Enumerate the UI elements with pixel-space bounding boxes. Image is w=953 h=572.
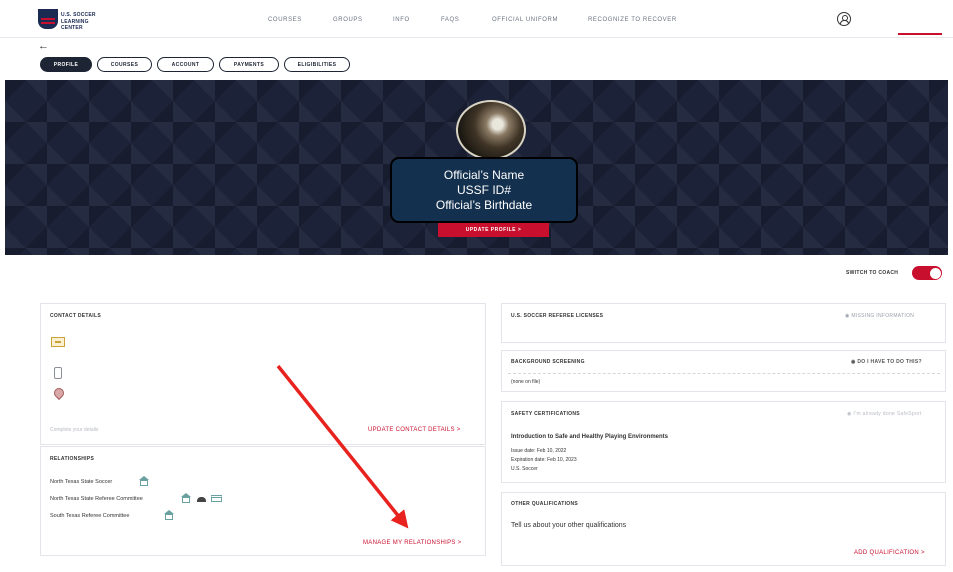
nav-courses[interactable]: COURSES	[268, 17, 302, 23]
missing-information-link[interactable]: ◉ MISSING INFORMATION	[845, 313, 914, 319]
back-arrow-icon[interactable]: ←	[38, 40, 49, 52]
official-name: Official’s Name	[443, 168, 525, 182]
relationships-title: RELATIONSHIPS	[50, 456, 95, 462]
active-underline	[898, 33, 942, 35]
manage-relationships-link[interactable]: MANAGE MY RELATIONSHIPS >	[363, 540, 461, 546]
contact-details-title: CONTACT DETAILS	[50, 313, 101, 319]
nav-info[interactable]: INFO	[393, 17, 410, 23]
tab-courses[interactable]: COURSES	[97, 57, 152, 72]
referee-licenses-card: U.S. SOCCER REFEREE LICENSES ◉ MISSING I…	[501, 303, 946, 343]
background-screening-title: BACKGROUND SCREENING	[511, 359, 585, 365]
switch-to-coach-label: SWITCH TO COACH	[846, 270, 899, 276]
user-account-icon[interactable]	[837, 12, 851, 26]
location-pin-icon	[51, 385, 67, 401]
top-navigation: U.S. SOCCER LEARNING CENTER COURSES GROU…	[0, 0, 953, 38]
background-status: (none on file)	[511, 379, 541, 385]
safesport-done-label: I’m already done SafeSport	[853, 411, 922, 417]
update-contact-details-link[interactable]: UPDATE CONTACT DETAILS >	[368, 427, 461, 433]
certification-provider: U.S. Soccer	[511, 466, 538, 472]
do-i-have-to-link[interactable]: ◉ DO I HAVE TO DO THIS?	[851, 359, 922, 365]
organization-icon	[164, 510, 174, 520]
certification-issue-date: Issue date: Feb 10, 2022	[511, 448, 567, 454]
other-qualifications-prompt: Tell us about your other qualifications	[511, 522, 627, 529]
tab-payments[interactable]: PAYMENTS	[219, 57, 279, 72]
referee-licenses-title: U.S. SOCCER REFEREE LICENSES	[511, 313, 604, 319]
committee-group-icon	[211, 495, 222, 502]
relationship-item: North Texas State Referee Committee	[50, 496, 143, 502]
ussf-id: USSF ID#	[456, 183, 511, 197]
background-screening-card: BACKGROUND SCREENING ◉ DO I HAVE TO DO T…	[501, 350, 946, 392]
other-qualifications-title: OTHER QUALIFICATIONS	[511, 501, 579, 507]
update-profile-button[interactable]: UPDATE PROFILE >	[438, 223, 549, 237]
safesport-done-link[interactable]: ◉ I’m already done SafeSport	[847, 411, 922, 417]
avatar	[456, 100, 526, 160]
tab-eligibilities[interactable]: ELIGIBILITIES	[284, 57, 350, 72]
switch-to-coach-toggle[interactable]	[912, 266, 942, 280]
nav-recognize-to-recover[interactable]: RECOGNIZE TO RECOVER	[588, 17, 677, 23]
nav-official-uniform[interactable]: OFFICIAL UNIFORM	[492, 17, 558, 23]
official-identity-box: Official’s Name USSF ID# Official’s Birt…	[390, 157, 578, 223]
complete-details-hint: Complete your details	[50, 427, 99, 433]
nav-groups[interactable]: GROUPS	[333, 17, 363, 23]
relationship-item: South Texas Referee Committee	[50, 513, 130, 519]
relationships-card: RELATIONSHIPS North Texas State Soccer N…	[40, 446, 486, 556]
missing-information-label: MISSING INFORMATION	[851, 313, 915, 319]
referee-cap-icon	[197, 497, 206, 502]
contact-details-card: CONTACT DETAILS Complete your details UP…	[40, 303, 486, 445]
profile-hero-banner: Official’s Name USSF ID# Official’s Birt…	[5, 80, 948, 255]
nav-faqs[interactable]: FAQS	[441, 17, 459, 23]
safety-certifications-card: SAFETY CERTIFICATIONS ◉ I’m already done…	[501, 401, 946, 483]
certification-expiration-date: Expiration date: Feb 10, 2023	[511, 457, 577, 463]
safety-certifications-title: SAFETY CERTIFICATIONS	[511, 411, 580, 417]
official-birthdate: Official’s Birthdate	[435, 198, 533, 212]
nav-links: COURSES GROUPS INFO FAQS OFFICIAL UNIFOR…	[0, 17, 953, 27]
add-qualification-link[interactable]: ADD QUALIFICATION >	[854, 550, 925, 556]
do-i-have-to-label: DO I HAVE TO DO THIS?	[857, 359, 922, 365]
organization-icon	[181, 493, 191, 503]
tab-profile[interactable]: PROFILE	[40, 57, 92, 72]
id-card-icon	[51, 337, 65, 347]
other-qualifications-card: OTHER QUALIFICATIONS Tell us about your …	[501, 492, 946, 566]
organization-icon	[139, 476, 149, 486]
divider	[508, 373, 940, 374]
relationship-item: North Texas State Soccer	[50, 479, 113, 485]
certification-course: Introduction to Safe and Healthy Playing…	[511, 434, 669, 440]
phone-icon	[54, 367, 62, 379]
tab-account[interactable]: ACCOUNT	[157, 57, 214, 72]
